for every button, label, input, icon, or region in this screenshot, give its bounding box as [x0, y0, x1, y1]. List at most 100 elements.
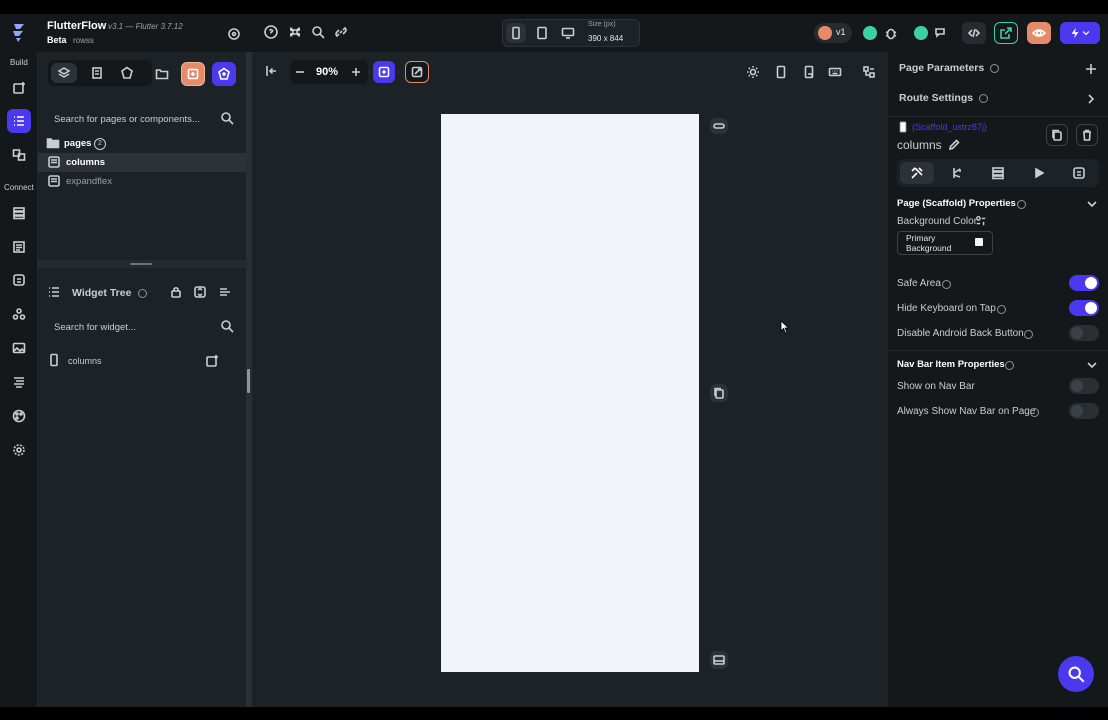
floating-search-icon[interactable]	[1058, 656, 1094, 692]
left-panel-resize-handle[interactable]	[247, 369, 250, 393]
add-child-widget-icon[interactable]	[204, 353, 220, 369]
search-icon[interactable]	[310, 24, 326, 40]
integrations-icon[interactable]	[7, 302, 31, 326]
toggle-widget-icon[interactable]	[710, 118, 728, 134]
page-item-expandflex[interactable]: expandflex	[66, 176, 112, 187]
chevron-down-icon[interactable]	[1084, 196, 1100, 212]
bottom-sheet-icon[interactable]	[710, 651, 728, 669]
tab-animations-icon[interactable]	[1022, 162, 1056, 184]
phone-device-icon[interactable]	[506, 23, 526, 43]
api-calls-icon[interactable]	[7, 235, 31, 259]
link-icon[interactable]	[333, 24, 349, 40]
layers-tab-icon[interactable]	[51, 63, 77, 83]
bg-color-label: Background Color	[897, 216, 978, 227]
tab-actions-icon[interactable]	[940, 162, 974, 184]
show-nav-toggle[interactable]	[1069, 378, 1099, 394]
tree-options-icon[interactable]	[218, 285, 232, 299]
command-icon[interactable]	[287, 24, 303, 40]
rail-build-label: Build	[10, 58, 28, 67]
page-parameters-title[interactable]: Page Parameters	[899, 62, 984, 74]
divider	[888, 350, 1108, 351]
page-search-input[interactable]: Search for pages or components...	[54, 114, 214, 125]
desktop-device-icon[interactable]	[558, 23, 578, 43]
disable-back-toggle[interactable]	[1069, 325, 1099, 341]
add-page-icon[interactable]	[181, 62, 205, 86]
copy-icon[interactable]	[1046, 124, 1068, 146]
color-variable-icon[interactable]	[975, 215, 987, 227]
always-show-nav-toggle[interactable]	[1069, 403, 1099, 419]
device-notch-icon[interactable]	[800, 63, 818, 81]
widget-search-input[interactable]: Search for widget...	[54, 322, 214, 333]
delete-trash-icon[interactable]	[1076, 124, 1098, 146]
flutterflow-logo-icon	[10, 22, 28, 44]
tab-state-icon[interactable]	[1062, 162, 1096, 184]
widget-search-icon[interactable]	[219, 318, 235, 334]
project-settings-icon[interactable]	[226, 26, 242, 42]
rail-connect-label: Connect	[4, 183, 34, 192]
zoom-in-icon[interactable]	[348, 63, 364, 81]
right-panel: Page Parameters Route Settings (Scaffold…	[888, 52, 1108, 707]
widget-tree-view-icon[interactable]	[860, 63, 878, 81]
page-name: columns	[897, 138, 942, 152]
disable-back-label: Disable Android Back Button	[897, 328, 1024, 339]
resize-handle[interactable]	[130, 263, 152, 265]
light-mode-icon[interactable]	[744, 63, 762, 81]
device-frame-icon[interactable]	[772, 63, 790, 81]
settings-gear-icon[interactable]	[7, 438, 31, 462]
theme-settings-icon[interactable]	[7, 404, 31, 428]
add-component-icon[interactable]	[212, 62, 236, 86]
lock-icon[interactable]	[169, 285, 183, 299]
route-settings-title[interactable]: Route Settings	[899, 92, 973, 104]
storyboard-icon[interactable]	[7, 143, 31, 167]
page-selector-icon[interactable]	[7, 109, 31, 133]
info-icon	[1030, 408, 1039, 417]
chat-icon[interactable]	[932, 24, 950, 42]
open-external-icon[interactable]	[994, 22, 1018, 44]
page-search-icon[interactable]	[219, 110, 235, 126]
collapse-panel-icon[interactable]	[262, 62, 280, 80]
database-icon[interactable]	[7, 201, 31, 225]
add-widget-icon[interactable]	[7, 76, 31, 100]
edit-pencil-icon[interactable]	[947, 138, 961, 152]
project-name: rowss	[73, 36, 94, 45]
pages-folder-label[interactable]: pages	[64, 138, 91, 149]
tablet-device-icon[interactable]	[532, 23, 552, 43]
pages-folder-icon[interactable]	[46, 136, 60, 150]
left-panel: Search for pages or components... pages …	[38, 52, 246, 707]
pages-tab-icon[interactable]	[84, 63, 110, 83]
keyboard-icon[interactable]	[826, 63, 844, 81]
code-icon[interactable]	[962, 22, 986, 44]
info-icon	[997, 305, 1006, 314]
page-icon	[47, 174, 61, 188]
device-page-preview[interactable]	[441, 114, 699, 672]
pages-count-badge: 2	[94, 138, 106, 150]
expand-collapse-icon[interactable]	[193, 285, 207, 299]
help-icon[interactable]	[263, 24, 279, 40]
tree-root-label[interactable]: columns	[68, 356, 102, 366]
tab-backend-query-icon[interactable]	[981, 162, 1015, 184]
nav-bar-properties-title: Nav Bar Item Properties	[897, 359, 1005, 370]
widget-tree-title: Widget Tree	[72, 287, 132, 299]
safe-area-toggle[interactable]	[1069, 275, 1099, 291]
tab-properties-icon[interactable]	[900, 162, 934, 184]
chevron-right-icon[interactable]	[1082, 90, 1100, 108]
new-folder-icon[interactable]	[150, 63, 174, 85]
ai-gen-icon[interactable]	[405, 61, 429, 83]
bug-icon[interactable]	[882, 24, 900, 42]
duplicate-icon[interactable]	[710, 384, 728, 402]
app-state-icon[interactable]	[7, 268, 31, 292]
chevron-down-icon[interactable]	[1084, 357, 1100, 373]
add-parameter-icon[interactable]	[1082, 60, 1100, 78]
canvas-add-icon[interactable]	[373, 61, 395, 83]
preview-eye-icon[interactable]	[1027, 22, 1051, 44]
components-tab-icon[interactable]	[114, 63, 140, 83]
custom-code-icon[interactable]	[7, 370, 31, 394]
bg-color-value-line1: Primary	[906, 233, 936, 243]
page-icon	[47, 155, 61, 169]
canvas-area: 90%	[252, 52, 888, 707]
zoom-out-icon[interactable]	[292, 63, 308, 81]
run-lightning-icon[interactable]	[1060, 22, 1100, 44]
hide-keyboard-toggle[interactable]	[1069, 300, 1099, 316]
media-assets-icon[interactable]	[7, 336, 31, 360]
safe-area-label: Safe Area	[897, 278, 941, 289]
